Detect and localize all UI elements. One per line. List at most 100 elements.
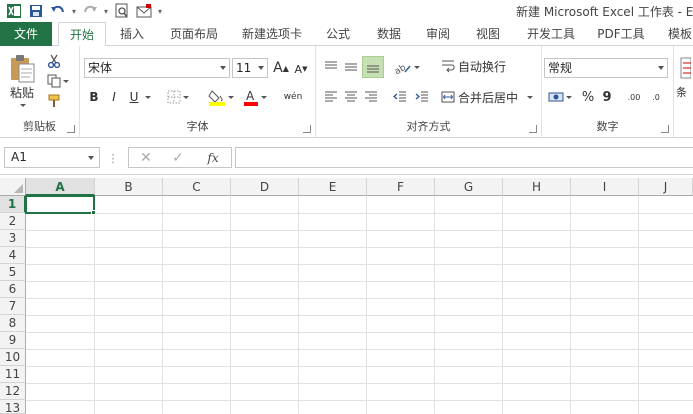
column-header-b[interactable]: B bbox=[95, 178, 163, 196]
name-box-dropdown-icon[interactable] bbox=[88, 156, 94, 160]
name-box[interactable]: A1 bbox=[4, 147, 100, 168]
tab-home[interactable]: 开始 bbox=[58, 22, 106, 47]
align-top-icon[interactable] bbox=[322, 58, 340, 76]
email-icon[interactable] bbox=[134, 2, 154, 20]
align-middle-icon[interactable] bbox=[342, 58, 360, 76]
row-header-1[interactable]: 1 bbox=[0, 196, 26, 213]
merge-center-button[interactable]: 合并后居中 bbox=[458, 88, 524, 106]
tab-templates[interactable]: 模板 bbox=[660, 22, 693, 46]
format-painter-icon[interactable] bbox=[44, 92, 64, 110]
bold-button[interactable]: B bbox=[86, 88, 102, 106]
row-header-7[interactable]: 7 bbox=[0, 298, 26, 315]
tab-developer[interactable]: 开发工具 bbox=[520, 22, 582, 46]
conditional-format-icon[interactable] bbox=[678, 54, 692, 82]
select-all-button[interactable] bbox=[0, 178, 26, 196]
font-launcher-icon[interactable] bbox=[303, 125, 311, 133]
column-header-c[interactable]: C bbox=[163, 178, 231, 196]
tab-insert[interactable]: 插入 bbox=[112, 22, 152, 46]
column-header-h[interactable]: H bbox=[503, 178, 571, 196]
formula-input[interactable] bbox=[235, 147, 693, 168]
font-name-dropdown-icon[interactable] bbox=[220, 66, 226, 70]
borders-icon[interactable] bbox=[164, 88, 192, 106]
paste-dropdown-icon[interactable] bbox=[4, 100, 40, 110]
save-icon[interactable] bbox=[26, 2, 46, 20]
accounting-format-icon[interactable] bbox=[546, 88, 574, 106]
clipboard-launcher-icon[interactable] bbox=[67, 125, 75, 133]
orientation-icon[interactable]: ab bbox=[392, 56, 422, 78]
redo-icon[interactable] bbox=[80, 2, 100, 20]
grow-font-button[interactable]: A ▲ bbox=[272, 58, 290, 78]
column-header-a[interactable]: A bbox=[26, 178, 95, 196]
enter-icon[interactable]: ✓ bbox=[169, 150, 187, 166]
paste-button-label[interactable]: 粘贴 bbox=[4, 84, 40, 100]
column-header-j[interactable]: J bbox=[639, 178, 693, 196]
row-header-10[interactable]: 10 bbox=[0, 349, 26, 366]
column-header-d[interactable]: D bbox=[231, 178, 299, 196]
tab-page-layout[interactable]: 页面布局 bbox=[162, 22, 226, 46]
font-name-combo[interactable]: 宋体 bbox=[84, 58, 230, 78]
cut-icon[interactable] bbox=[44, 52, 64, 70]
align-right-icon[interactable] bbox=[362, 88, 380, 106]
phonetic-guide-button[interactable]: wén bbox=[276, 86, 310, 108]
conditional-format-label[interactable]: 条 bbox=[676, 84, 693, 100]
cancel-icon[interactable]: ✕ bbox=[137, 150, 155, 166]
font-size-dropdown-icon[interactable] bbox=[258, 66, 264, 70]
italic-button[interactable]: I bbox=[106, 88, 122, 106]
customize-qat-icon[interactable]: ▾ bbox=[156, 2, 164, 20]
alignment-launcher-icon[interactable] bbox=[529, 125, 537, 133]
worksheet-grid[interactable]: A B C D E F G H I J 1 2 3 4 5 6 7 8 9 10… bbox=[0, 178, 693, 414]
tab-view[interactable]: 视图 bbox=[468, 22, 508, 46]
merge-center-dropdown-icon[interactable] bbox=[524, 88, 534, 106]
wrap-text-icon[interactable] bbox=[440, 56, 456, 76]
formula-bar-splitter-icon[interactable]: ⋮ bbox=[108, 149, 119, 167]
underline-button[interactable]: U bbox=[126, 88, 142, 106]
insert-function-button[interactable]: fx bbox=[201, 149, 225, 167]
decrease-indent-icon[interactable] bbox=[390, 88, 410, 106]
tab-file[interactable]: 文件 bbox=[0, 22, 52, 46]
fill-handle[interactable] bbox=[91, 210, 96, 215]
number-launcher-icon[interactable] bbox=[661, 125, 669, 133]
shrink-font-button[interactable]: A ▼ bbox=[292, 60, 310, 78]
underline-dropdown-icon[interactable] bbox=[142, 88, 152, 106]
row-header-12[interactable]: 12 bbox=[0, 383, 26, 400]
row-header-3[interactable]: 3 bbox=[0, 230, 26, 247]
align-left-icon[interactable] bbox=[322, 88, 340, 106]
row-header-8[interactable]: 8 bbox=[0, 315, 26, 332]
undo-icon[interactable] bbox=[48, 2, 68, 20]
tab-formulas[interactable]: 公式 bbox=[318, 22, 358, 46]
increase-indent-icon[interactable] bbox=[412, 88, 432, 106]
merge-center-icon[interactable] bbox=[440, 88, 456, 106]
column-header-f[interactable]: F bbox=[367, 178, 435, 196]
font-color-icon[interactable]: A bbox=[240, 86, 270, 108]
print-preview-icon[interactable] bbox=[112, 2, 132, 20]
comma-style-button[interactable]: 9 bbox=[600, 88, 614, 106]
excel-logo-icon[interactable] bbox=[4, 2, 24, 20]
number-format-combo[interactable]: 常规 bbox=[544, 58, 668, 78]
tab-pdf-tools[interactable]: PDF工具 bbox=[592, 22, 650, 46]
row-header-9[interactable]: 9 bbox=[0, 332, 26, 349]
row-header-2[interactable]: 2 bbox=[0, 213, 26, 230]
font-size-combo[interactable]: 11 bbox=[232, 58, 268, 78]
copy-icon[interactable] bbox=[44, 72, 72, 90]
row-header-6[interactable]: 6 bbox=[0, 281, 26, 298]
active-cell-a1[interactable] bbox=[25, 195, 95, 214]
percent-style-button[interactable]: % bbox=[580, 88, 596, 106]
column-header-g[interactable]: G bbox=[435, 178, 503, 196]
row-header-4[interactable]: 4 bbox=[0, 247, 26, 264]
row-header-13[interactable]: 13 bbox=[0, 400, 26, 414]
tab-new-tab[interactable]: 新建选项卡 bbox=[236, 22, 308, 46]
align-center-icon[interactable] bbox=[342, 88, 360, 106]
tab-data[interactable]: 数据 bbox=[368, 22, 410, 46]
column-header-e[interactable]: E bbox=[299, 178, 367, 196]
redo-dropdown-icon[interactable]: ▾ bbox=[102, 2, 110, 20]
column-header-i[interactable]: I bbox=[571, 178, 639, 196]
number-format-dropdown-icon[interactable] bbox=[658, 66, 664, 70]
increase-decimal-button[interactable]: .00 bbox=[624, 88, 644, 106]
decrease-decimal-button[interactable]: .0 bbox=[646, 88, 666, 106]
undo-dropdown-icon[interactable]: ▾ bbox=[70, 2, 78, 20]
align-bottom-icon[interactable] bbox=[362, 56, 384, 78]
row-header-11[interactable]: 11 bbox=[0, 366, 26, 383]
wrap-text-button[interactable]: 自动换行 bbox=[458, 56, 512, 76]
tab-review[interactable]: 审阅 bbox=[418, 22, 458, 46]
paste-icon[interactable] bbox=[6, 54, 38, 84]
